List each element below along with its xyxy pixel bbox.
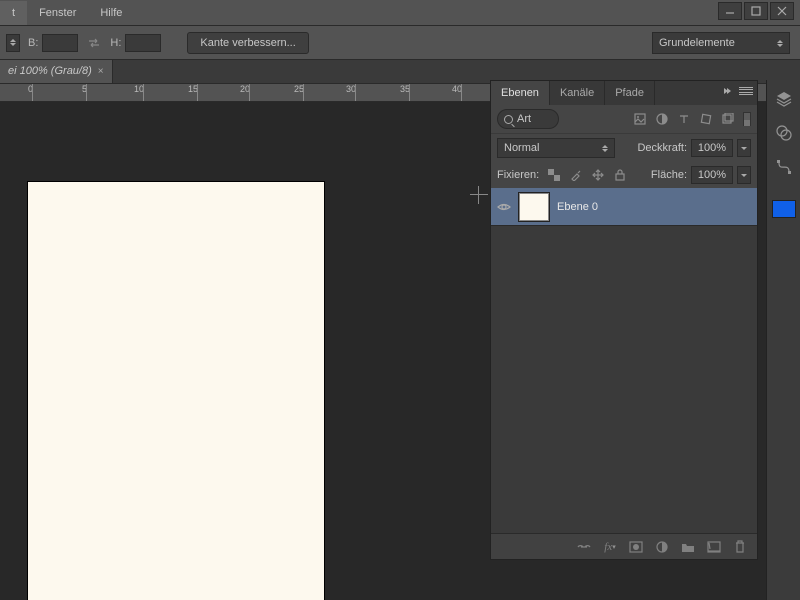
layer-style-icon[interactable]: fx▾	[603, 540, 617, 554]
maximize-button[interactable]	[744, 2, 768, 20]
blend-mode-select[interactable]: Normal	[497, 138, 615, 158]
filter-type-icon[interactable]	[677, 112, 691, 126]
ruler-mark: 10	[132, 84, 144, 94]
panel-footer: fx▾	[491, 533, 757, 559]
close-button[interactable]	[770, 2, 794, 20]
lock-pixels-icon[interactable]	[569, 168, 583, 182]
panel-tab-bar: Ebenen Kanäle Pfade	[491, 81, 757, 105]
workspace-label: Grundelemente	[659, 37, 735, 49]
ruler-mark: 30	[344, 84, 356, 94]
blend-mode-row: Normal Deckkraft: 100%	[491, 134, 757, 162]
right-dock	[766, 80, 800, 600]
ruler-mark: 15	[186, 84, 198, 94]
ruler-mark: 0	[26, 84, 33, 94]
lock-all-icon[interactable]	[613, 168, 627, 182]
blend-mode-value: Normal	[504, 142, 539, 154]
menu-item-fenster[interactable]: Fenster	[27, 1, 88, 25]
tool-preset-dropdown[interactable]	[6, 34, 20, 52]
width-label: B:	[28, 37, 38, 49]
tab-paths[interactable]: Pfade	[605, 81, 655, 105]
color-swatch[interactable]	[772, 200, 796, 218]
tab-channels[interactable]: Kanäle	[550, 81, 605, 105]
fill-value[interactable]: 100%	[691, 166, 733, 184]
layer-filter-row: Art	[491, 105, 757, 134]
tab-layers[interactable]: Ebenen	[491, 81, 550, 105]
refine-edge-button[interactable]: Kante verbessern...	[187, 32, 308, 54]
filter-adjustment-icon[interactable]	[655, 112, 669, 126]
fill-dropdown-arrow[interactable]	[737, 166, 751, 184]
ruler-mark: 40	[450, 84, 462, 94]
ruler-mark: 20	[238, 84, 250, 94]
height-field-group: H:	[110, 34, 161, 52]
adjustment-layer-icon[interactable]	[655, 540, 669, 554]
ruler-mark: 25	[292, 84, 304, 94]
menu-item-truncated[interactable]: t	[0, 1, 27, 25]
lock-position-icon[interactable]	[591, 168, 605, 182]
window-controls	[718, 2, 794, 20]
width-input[interactable]	[42, 34, 78, 52]
new-layer-icon[interactable]	[707, 540, 721, 554]
close-tab-icon[interactable]: ×	[98, 66, 104, 77]
delete-layer-icon[interactable]	[733, 540, 747, 554]
width-field-group: B:	[28, 34, 78, 52]
fill-label: Fläche:	[651, 169, 687, 181]
opacity-value[interactable]: 100%	[691, 139, 733, 157]
menu-bar: t Fenster Hilfe	[0, 0, 800, 26]
opacity-label: Deckkraft:	[637, 142, 687, 154]
menu-item-hilfe[interactable]: Hilfe	[88, 1, 134, 25]
lock-row: Fixieren: Fläche: 100%	[491, 162, 757, 188]
height-label: H:	[110, 37, 121, 49]
filter-smartobject-icon[interactable]	[721, 112, 735, 126]
ruler-mark: 5	[80, 84, 87, 94]
filter-label: Art	[517, 113, 531, 125]
ruler-mark: 35	[398, 84, 410, 94]
layer-mask-icon[interactable]	[629, 540, 643, 554]
search-icon	[504, 115, 513, 124]
visibility-toggle-icon[interactable]	[497, 200, 511, 214]
lock-label: Fixieren:	[497, 169, 539, 181]
layer-thumbnail[interactable]	[519, 193, 549, 221]
swap-dimensions-icon[interactable]	[86, 35, 102, 51]
layer-name[interactable]: Ebene 0	[557, 201, 598, 213]
panel-collapse-icon[interactable]	[725, 88, 737, 94]
filter-shape-icon[interactable]	[699, 112, 713, 126]
paths-dock-icon[interactable]	[773, 156, 795, 178]
document-canvas[interactable]	[28, 182, 324, 600]
lock-transparency-icon[interactable]	[547, 168, 561, 182]
filter-pixel-icon[interactable]	[633, 112, 647, 126]
document-title: ei 100% (Grau/8)	[8, 65, 92, 77]
layer-row[interactable]: Ebene 0	[491, 188, 757, 226]
minimize-button[interactable]	[718, 2, 742, 20]
height-input[interactable]	[125, 34, 161, 52]
layers-panel: Ebenen Kanäle Pfade Art Normal Deckkraft…	[490, 80, 758, 560]
filter-toggle-switch[interactable]	[743, 112, 751, 126]
link-layers-icon[interactable]	[577, 540, 591, 554]
workspace-switcher[interactable]: Grundelemente	[652, 32, 790, 54]
channels-dock-icon[interactable]	[773, 122, 795, 144]
new-group-icon[interactable]	[681, 540, 695, 554]
layers-list: Ebene 0	[491, 188, 757, 533]
panel-menu-icon[interactable]	[739, 85, 753, 97]
opacity-dropdown-arrow[interactable]	[737, 139, 751, 157]
layers-dock-icon[interactable]	[773, 88, 795, 110]
document-tab[interactable]: ei 100% (Grau/8) ×	[0, 59, 113, 83]
options-bar: B: H: Kante verbessern... Grundelemente	[0, 26, 800, 60]
layer-filter-dropdown[interactable]: Art	[497, 109, 559, 129]
